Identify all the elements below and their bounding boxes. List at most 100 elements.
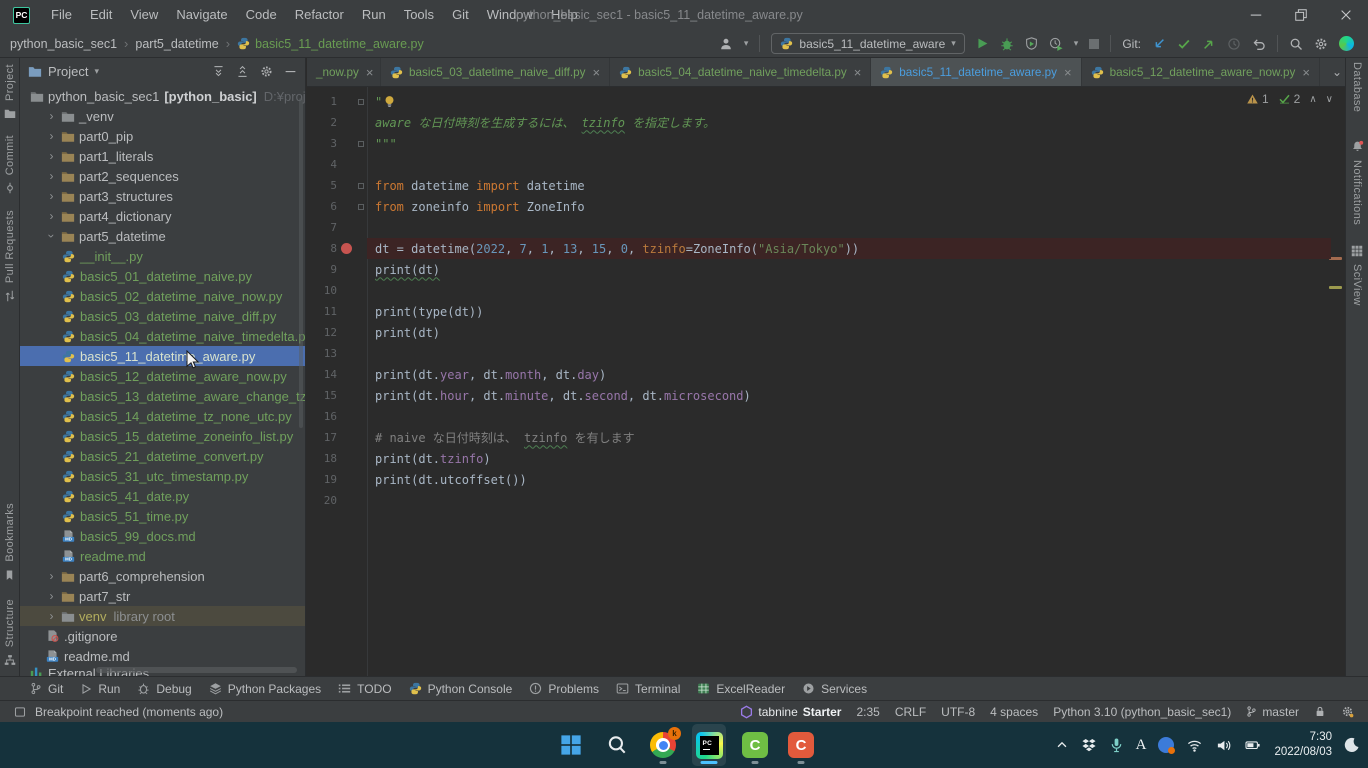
editor-tab[interactable]: basic5_04_datetime_naive_timedelta.py× <box>610 58 871 86</box>
status-window-icon[interactable] <box>14 706 26 718</box>
tree-item[interactable]: ›part0_pip <box>20 126 305 146</box>
battery-icon[interactable] <box>1244 738 1262 752</box>
restore-button[interactable] <box>1278 0 1323 30</box>
chevron-right-icon[interactable]: › <box>44 110 59 122</box>
python-interpreter[interactable]: Python 3.10 (python_basic_sec1) <box>1053 705 1231 719</box>
volume-icon[interactable] <box>1215 738 1232 753</box>
menu-code[interactable]: Code <box>237 0 286 30</box>
code-text[interactable]: dt = datetime(2022, 7, 1, 13, 15, 0, tzi… <box>367 238 1331 259</box>
line-number[interactable]: 18 <box>307 452 337 465</box>
code-text[interactable]: print(dt) <box>367 259 1331 280</box>
line-number[interactable]: 19 <box>307 473 337 486</box>
tool-stripe-notifications[interactable]: Notifications <box>1351 140 1364 225</box>
line-number[interactable]: 20 <box>307 494 337 507</box>
tab-close-icon[interactable]: × <box>593 65 601 80</box>
breadcrumb-item[interactable]: python_basic_sec1 <box>10 37 117 51</box>
stop-button[interactable] <box>1089 39 1099 49</box>
settings-gear-icon[interactable] <box>1314 37 1328 51</box>
app-ball-icon[interactable] <box>1158 737 1174 753</box>
toolwindow-button-git[interactable]: Git <box>30 682 63 696</box>
code-line[interactable]: 6from zoneinfo import ZoneInfo <box>307 196 1345 217</box>
code-line[interactable]: 15 print(dt.hour, dt.minute, dt.second, d… <box>307 385 1345 406</box>
tab-close-icon[interactable]: × <box>1064 65 1072 80</box>
tray-expand-icon[interactable] <box>1055 738 1069 752</box>
close-button[interactable] <box>1323 0 1368 30</box>
chevron-right-icon[interactable]: › <box>46 229 58 244</box>
minimize-button[interactable] <box>1233 0 1278 30</box>
tree-vertical-scrollbar[interactable] <box>299 98 303 428</box>
code-text[interactable]: " <box>367 91 1331 112</box>
coverage-button[interactable] <box>1025 37 1038 50</box>
expand-all-icon[interactable] <box>212 65 225 78</box>
code-line[interactable]: 14print(dt.year, dt.month, dt.day) <box>307 364 1345 385</box>
code-text[interactable]: from datetime import datetime <box>367 175 1331 196</box>
line-number[interactable]: 9 <box>307 263 337 276</box>
tree-item[interactable]: basic5_31_utc_timestamp.py <box>20 466 305 486</box>
tree-item[interactable]: ›_venv <box>20 106 305 126</box>
breadcrumb-item[interactable]: basic5_11_datetime_aware.py <box>237 37 424 51</box>
breadcrumb-item[interactable]: part5_datetime <box>135 37 218 51</box>
run-config-select[interactable]: basic5_11_datetime_aware ▾ <box>771 33 964 54</box>
start-button[interactable] <box>554 724 588 766</box>
tree-item[interactable]: basic5_13_datetime_aware_change_tz.py <box>20 386 305 406</box>
tab-close-icon[interactable]: × <box>366 65 374 80</box>
code-line[interactable]: 18 print(dt.tzinfo) <box>307 448 1345 469</box>
indent-style[interactable]: 4 spaces <box>990 705 1038 719</box>
toolwindow-button-debug[interactable]: Debug <box>137 682 191 696</box>
line-number[interactable]: 14 <box>307 368 337 381</box>
search-everywhere-icon[interactable] <box>1289 37 1303 51</box>
push-button[interactable] <box>1202 37 1216 51</box>
search-button[interactable] <box>600 724 634 766</box>
ime-indicator[interactable]: A <box>1136 737 1147 754</box>
update-project-button[interactable] <box>1152 37 1166 51</box>
tool-stripe-structure[interactable]: Structure <box>4 599 16 666</box>
code-text[interactable]: print(dt.hour, dt.minute, dt.second, dt.… <box>367 385 1331 406</box>
line-number[interactable]: 17 <box>307 431 337 444</box>
tree-item[interactable]: ›part3_structures <box>20 186 305 206</box>
menu-refactor[interactable]: Refactor <box>286 0 353 30</box>
tree-item[interactable]: basic5_14_datetime_tz_none_utc.py <box>20 406 305 426</box>
code-line[interactable]: 10 <box>307 280 1345 301</box>
toolwindow-button-python-console[interactable]: Python Console <box>409 682 513 696</box>
tree-item[interactable]: ›part7_str <box>20 586 305 606</box>
editor-tab[interactable]: basic5_11_datetime_aware.py× <box>871 58 1081 86</box>
tree-item[interactable]: basic5_51_time.py <box>20 506 305 526</box>
code-text[interactable] <box>367 343 1331 364</box>
editor-tab[interactable]: basic5_12_datetime_aware_now.py× <box>1082 58 1320 86</box>
code-line[interactable]: 16 <box>307 406 1345 427</box>
tree-horizontal-scrollbar[interactable] <box>96 667 297 673</box>
menu-git[interactable]: Git <box>443 0 478 30</box>
line-number[interactable]: 8 <box>307 242 337 255</box>
rollback-button[interactable] <box>1252 37 1266 51</box>
menu-file[interactable]: File <box>42 0 81 30</box>
do-not-disturb-moon-icon[interactable] <box>1344 737 1360 753</box>
code-line[interactable]: 19 print(dt.utcoffset()) <box>307 469 1345 490</box>
tool-stripe-project[interactable]: Project <box>4 64 16 119</box>
code-line[interactable]: 5from datetime import datetime <box>307 175 1345 196</box>
line-number[interactable]: 15 <box>307 389 337 402</box>
editor-tab[interactable]: basic5_03_datetime_naive_diff.py× <box>381 58 610 86</box>
code-line[interactable]: 3""" <box>307 133 1345 154</box>
tool-stripe-pull-requests[interactable]: Pull Requests <box>4 210 16 302</box>
menu-edit[interactable]: Edit <box>81 0 121 30</box>
code-line[interactable]: 11print(type(dt)) <box>307 301 1345 322</box>
microphone-icon[interactable] <box>1109 737 1124 753</box>
code-text[interactable]: print(dt.utcoffset()) <box>367 469 1331 490</box>
code-text[interactable]: """ <box>367 133 1331 154</box>
tab-close-icon[interactable]: × <box>1302 65 1310 80</box>
code-text[interactable]: print(dt.tzinfo) <box>367 448 1331 469</box>
chevron-down-icon[interactable]: ▾ <box>1074 38 1079 49</box>
tree-item[interactable]: basic5_41_date.py <box>20 486 305 506</box>
tree-item[interactable]: basic5_02_datetime_naive_now.py <box>20 286 305 306</box>
chevron-right-icon[interactable]: › <box>44 130 59 142</box>
hide-panel-icon[interactable] <box>284 65 297 78</box>
line-number[interactable]: 4 <box>307 158 337 171</box>
wifi-icon[interactable] <box>1186 738 1203 753</box>
chevron-right-icon[interactable]: › <box>44 570 59 582</box>
caret-position[interactable]: 2:35 <box>856 705 879 719</box>
tree-item[interactable]: .gitignore <box>20 626 305 646</box>
pycharm-taskbar-icon[interactable]: PC <box>692 724 726 766</box>
camtasia-icon[interactable]: C <box>738 724 772 766</box>
chevron-right-icon[interactable]: › <box>44 590 59 602</box>
tabnine-widget[interactable]: tabnine Starter <box>740 705 841 719</box>
